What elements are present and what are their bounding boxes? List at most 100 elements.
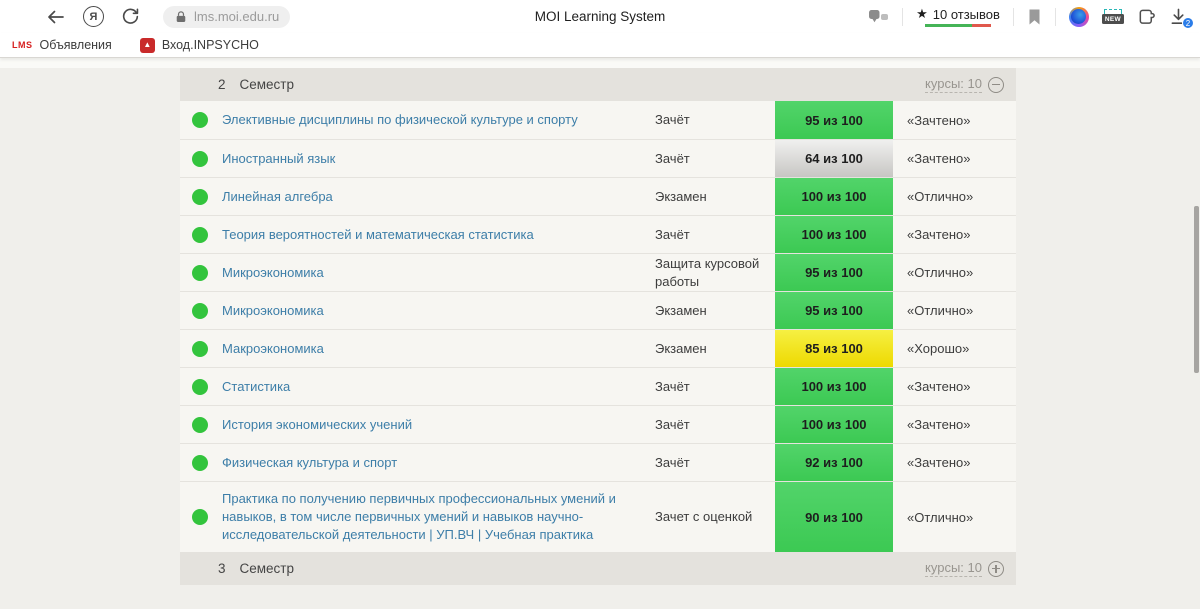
back-arrow-icon (46, 8, 66, 26)
status-dot-icon (192, 151, 208, 167)
grade-text: «Отлично» (893, 510, 1016, 525)
bookmark-item-announcements[interactable]: LMS Объявления (12, 38, 112, 52)
course-link[interactable]: Макроэкономика (222, 332, 655, 366)
pinned-tabs-button[interactable] (868, 8, 889, 25)
status-dot-icon (192, 265, 208, 281)
course-link[interactable]: История экономических учений (222, 408, 655, 442)
screenshot-tool-button[interactable]: NEW (1102, 9, 1124, 24)
course-row: Линейная алгебра Экзамен 100 из 100 «Отл… (180, 177, 1016, 215)
status-dot-icon (192, 227, 208, 243)
page-content: 2 Семестр курсы: 10 Элективные дисциплин… (0, 58, 1200, 609)
score-badge: 92 из 100 (775, 444, 893, 481)
grade-text: «Зачтено» (893, 455, 1016, 470)
back-button[interactable] (46, 8, 66, 26)
course-link[interactable]: Физическая культура и спорт (222, 446, 655, 480)
course-link[interactable]: Практика по получению первичных професси… (222, 482, 655, 552)
semester-2-courses-toggle[interactable]: курсы: 10 (925, 76, 1004, 93)
status-dot-icon (192, 112, 208, 128)
course-link[interactable]: Микроэкономика (222, 256, 655, 290)
new-badge: NEW (1102, 14, 1124, 24)
status-dot-icon (192, 379, 208, 395)
grade-text: «Зачтено» (893, 113, 1016, 128)
exam-type: Зачёт (655, 111, 775, 129)
score-badge: 64 из 100 (775, 140, 893, 177)
course-row: Элективные дисциплины по физической куль… (180, 101, 1016, 139)
status-dot-icon (192, 455, 208, 471)
semester-3-header: 3 Семестр курсы: 10 (180, 552, 1016, 585)
bookmark-item-inpsycho[interactable]: ▲ Вход.INPSYCHO (140, 38, 259, 53)
semester-title: Семестр (240, 77, 295, 92)
course-row: Иностранный язык Зачёт 64 из 100 «Зачтен… (180, 139, 1016, 177)
grade-text: «Зачтено» (893, 151, 1016, 166)
address-bar[interactable]: lms.moi.edu.ru (163, 6, 290, 28)
course-row: Практика по получению первичных професси… (180, 481, 1016, 552)
bookmarks-bar: LMS Объявления ▲ Вход.INPSYCHO (0, 33, 1200, 58)
score-badge: 85 из 100 (775, 330, 893, 367)
lock-icon (174, 10, 188, 24)
exam-type: Зачёт (655, 378, 775, 396)
grades-table: Элективные дисциплины по физической куль… (180, 101, 1016, 552)
toolbar-divider (1013, 8, 1014, 26)
refresh-icon (121, 7, 140, 26)
collapse-icon (988, 77, 1004, 93)
course-link[interactable]: Элективные дисциплины по физической куль… (222, 103, 655, 137)
toolbar-divider (902, 8, 903, 26)
exam-type: Зачёт (655, 226, 775, 244)
courses-count-link: курсы: 10 (925, 560, 982, 577)
extension-icon (1069, 7, 1089, 27)
reviews-count-label: 10 отзывов (933, 7, 1000, 22)
semester-3-courses-toggle[interactable]: курсы: 10 (925, 560, 1004, 577)
score-badge: 90 из 100 (775, 482, 893, 552)
status-dot-icon (192, 303, 208, 319)
course-link[interactable]: Микроэкономика (222, 294, 655, 328)
grade-text: «Зачтено» (893, 227, 1016, 242)
grade-text: «Зачтено» (893, 379, 1016, 394)
score-badge: 100 из 100 (775, 178, 893, 215)
scrollbar-thumb[interactable] (1194, 206, 1199, 373)
browser-toolbar: Я lms.moi.edu.ru MOI Learning System (0, 0, 1200, 33)
bookmark-label: Объявления (40, 38, 112, 52)
course-row: Физическая культура и спорт Зачёт 92 из … (180, 443, 1016, 481)
course-row: Макроэкономика Экзамен 85 из 100 «Хорошо… (180, 329, 1016, 367)
site-reviews-button[interactable]: ★ 10 отзывов (916, 6, 1000, 27)
semester-title: Семестр (240, 561, 295, 576)
collections-button[interactable] (1137, 7, 1156, 26)
exam-type: Зачет с оценкой (655, 508, 775, 526)
course-row: История экономических учений Зачёт 100 и… (180, 405, 1016, 443)
course-link[interactable]: Теория вероятностей и математическая ста… (222, 218, 655, 252)
exam-type: Экзамен (655, 302, 775, 320)
downloads-count-badge: 2 (1182, 17, 1194, 29)
grade-text: «Хорошо» (893, 341, 1016, 356)
yandex-home-button[interactable]: Я (83, 6, 104, 27)
course-row: Микроэкономика Экзамен 95 из 100 «Отличн… (180, 291, 1016, 329)
score-badge: 95 из 100 (775, 254, 893, 291)
exam-type: Зачёт (655, 150, 775, 168)
score-badge: 95 из 100 (775, 292, 893, 329)
url-text: lms.moi.edu.ru (194, 9, 279, 24)
course-link[interactable]: Линейная алгебра (222, 180, 655, 214)
star-icon: ★ (916, 6, 928, 22)
semester-number: 2 (218, 77, 226, 92)
downloads-button[interactable]: 2 (1169, 7, 1188, 26)
bookmark-page-button[interactable] (1027, 8, 1042, 26)
status-dot-icon (192, 417, 208, 433)
status-dot-icon (192, 189, 208, 205)
course-row: Теория вероятностей и математическая ста… (180, 215, 1016, 253)
course-link[interactable]: Статистика (222, 370, 655, 404)
exam-type: Экзамен (655, 340, 775, 358)
pins-icon (868, 8, 889, 25)
refresh-button[interactable] (121, 7, 140, 26)
course-link[interactable]: Иностранный язык (222, 142, 655, 176)
extension-button[interactable] (1069, 7, 1089, 27)
score-badge: 100 из 100 (775, 406, 893, 443)
grade-text: «Отлично» (893, 303, 1016, 318)
rating-bar (925, 24, 991, 27)
toolbar-divider (1055, 8, 1056, 26)
collections-icon (1137, 7, 1156, 26)
grade-text: «Зачтено» (893, 417, 1016, 432)
grade-text: «Отлично» (893, 265, 1016, 280)
bookmark-icon (1027, 8, 1042, 26)
grade-text: «Отлично» (893, 189, 1016, 204)
score-badge: 100 из 100 (775, 216, 893, 253)
bookmark-label: Вход.INPSYCHO (162, 38, 259, 52)
